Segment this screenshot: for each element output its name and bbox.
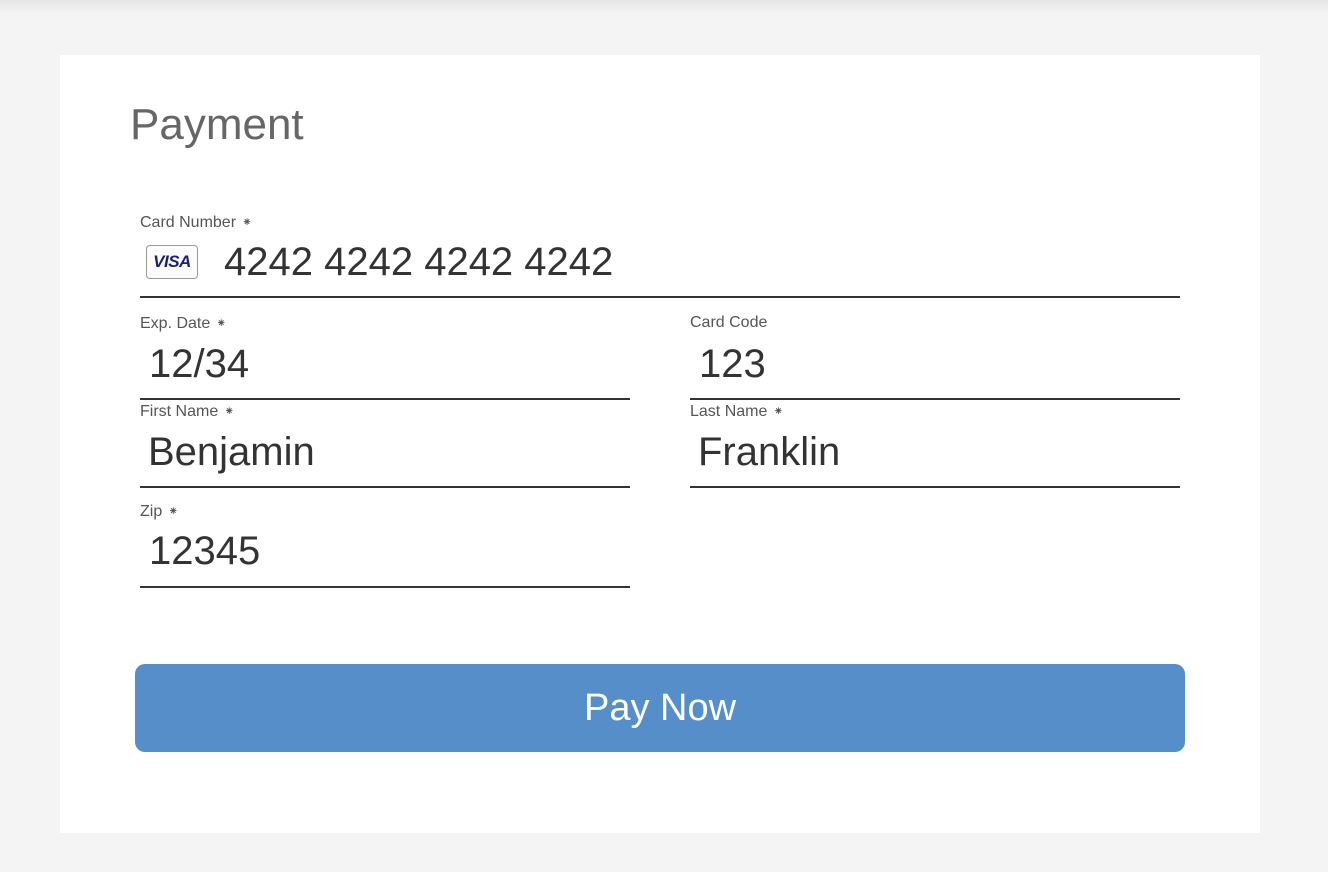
first-name-field: First Name ⁕ xyxy=(140,402,630,488)
card-code-field: Card Code xyxy=(690,314,1180,400)
top-shadow xyxy=(0,0,1328,14)
first-name-label-text: First Name xyxy=(140,403,219,420)
exp-date-label-text: Exp. Date xyxy=(140,315,211,332)
required-marker-icon: ⁕ xyxy=(216,316,227,330)
card-number-label-text: Card Number xyxy=(140,214,237,231)
zip-field: Zip ⁕ xyxy=(140,502,630,588)
first-name-label: First Name ⁕ xyxy=(140,402,234,421)
required-marker-icon: ⁕ xyxy=(224,404,235,418)
last-name-input[interactable] xyxy=(698,428,1180,476)
exp-date-input[interactable] xyxy=(149,340,630,388)
card-number-field: Card Number ⁕ VISA xyxy=(140,213,1180,298)
required-marker-icon: ⁕ xyxy=(773,404,784,418)
card-code-label: Card Code xyxy=(690,314,767,332)
exp-date-label: Exp. Date ⁕ xyxy=(140,314,226,333)
required-marker-icon: ⁕ xyxy=(242,215,253,229)
visa-card-icon: VISA xyxy=(146,245,198,279)
card-number-label: Card Number ⁕ xyxy=(140,213,252,232)
exp-date-field: Exp. Date ⁕ xyxy=(140,314,630,400)
zip-label: Zip ⁕ xyxy=(140,502,178,521)
zip-label-text: Zip xyxy=(140,503,163,520)
card-code-label-text: Card Code xyxy=(690,314,768,331)
payment-card: Payment Card Number ⁕ VISA Exp. Date ⁕ Car… xyxy=(60,55,1260,833)
zip-input[interactable] xyxy=(149,527,630,575)
visa-brand-text: VISA xyxy=(153,252,191,271)
pay-now-button[interactable]: Pay Now xyxy=(135,664,1185,752)
page-title: Payment xyxy=(130,100,304,149)
last-name-field: Last Name ⁕ xyxy=(690,402,1180,488)
required-marker-icon: ⁕ xyxy=(168,504,179,518)
card-number-input[interactable] xyxy=(224,238,1180,286)
card-code-input[interactable] xyxy=(699,340,1180,388)
first-name-input[interactable] xyxy=(148,428,630,476)
last-name-label-text: Last Name xyxy=(690,403,768,420)
last-name-label: Last Name ⁕ xyxy=(690,402,783,421)
